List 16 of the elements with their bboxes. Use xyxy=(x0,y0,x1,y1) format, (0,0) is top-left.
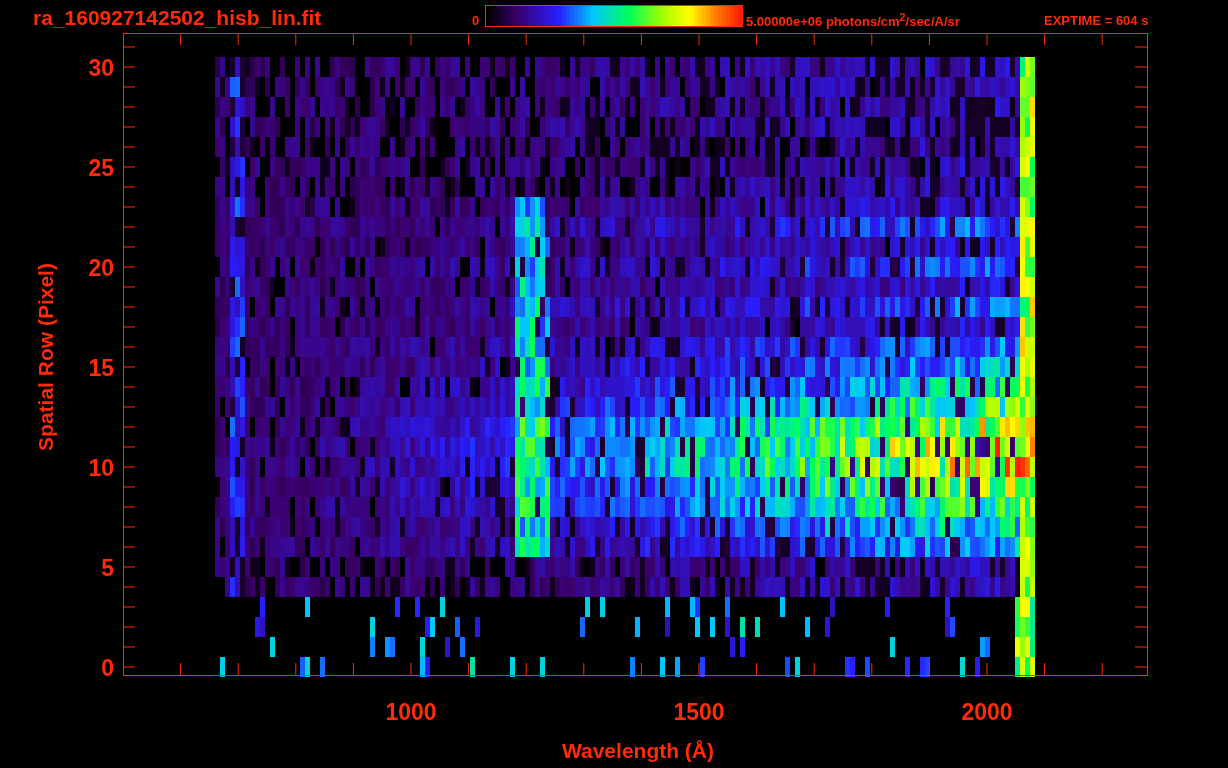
y-tick-label: 25 xyxy=(88,155,114,181)
exposure-time: EXPTIME = 604 s xyxy=(1044,13,1149,28)
x-tick-label: 1500 xyxy=(673,699,725,725)
x-axis-title: Wavelength (Å) xyxy=(561,739,715,762)
x-tick-label: 2000 xyxy=(961,699,1013,725)
y-tick-label: 30 xyxy=(88,55,114,81)
y-tick-label: 5 xyxy=(101,555,114,581)
y-axis-title: Spatial Row (Pixel) xyxy=(34,263,57,451)
y-tick-label: 0 xyxy=(101,655,114,681)
colorbar-max-label: 5.00000e+06 photons/cm$^{2}$/sec/A/sr xyxy=(746,10,960,32)
y-tick-label: 10 xyxy=(88,455,114,481)
file-title: ra_160927142502_hisb_lin.fit xyxy=(33,6,322,29)
x-tick-label: 1000 xyxy=(385,699,437,725)
y-tick-label: 15 xyxy=(88,355,114,381)
y-tick-label: 20 xyxy=(88,255,114,281)
colorbar-min-label: 0 xyxy=(472,13,480,28)
